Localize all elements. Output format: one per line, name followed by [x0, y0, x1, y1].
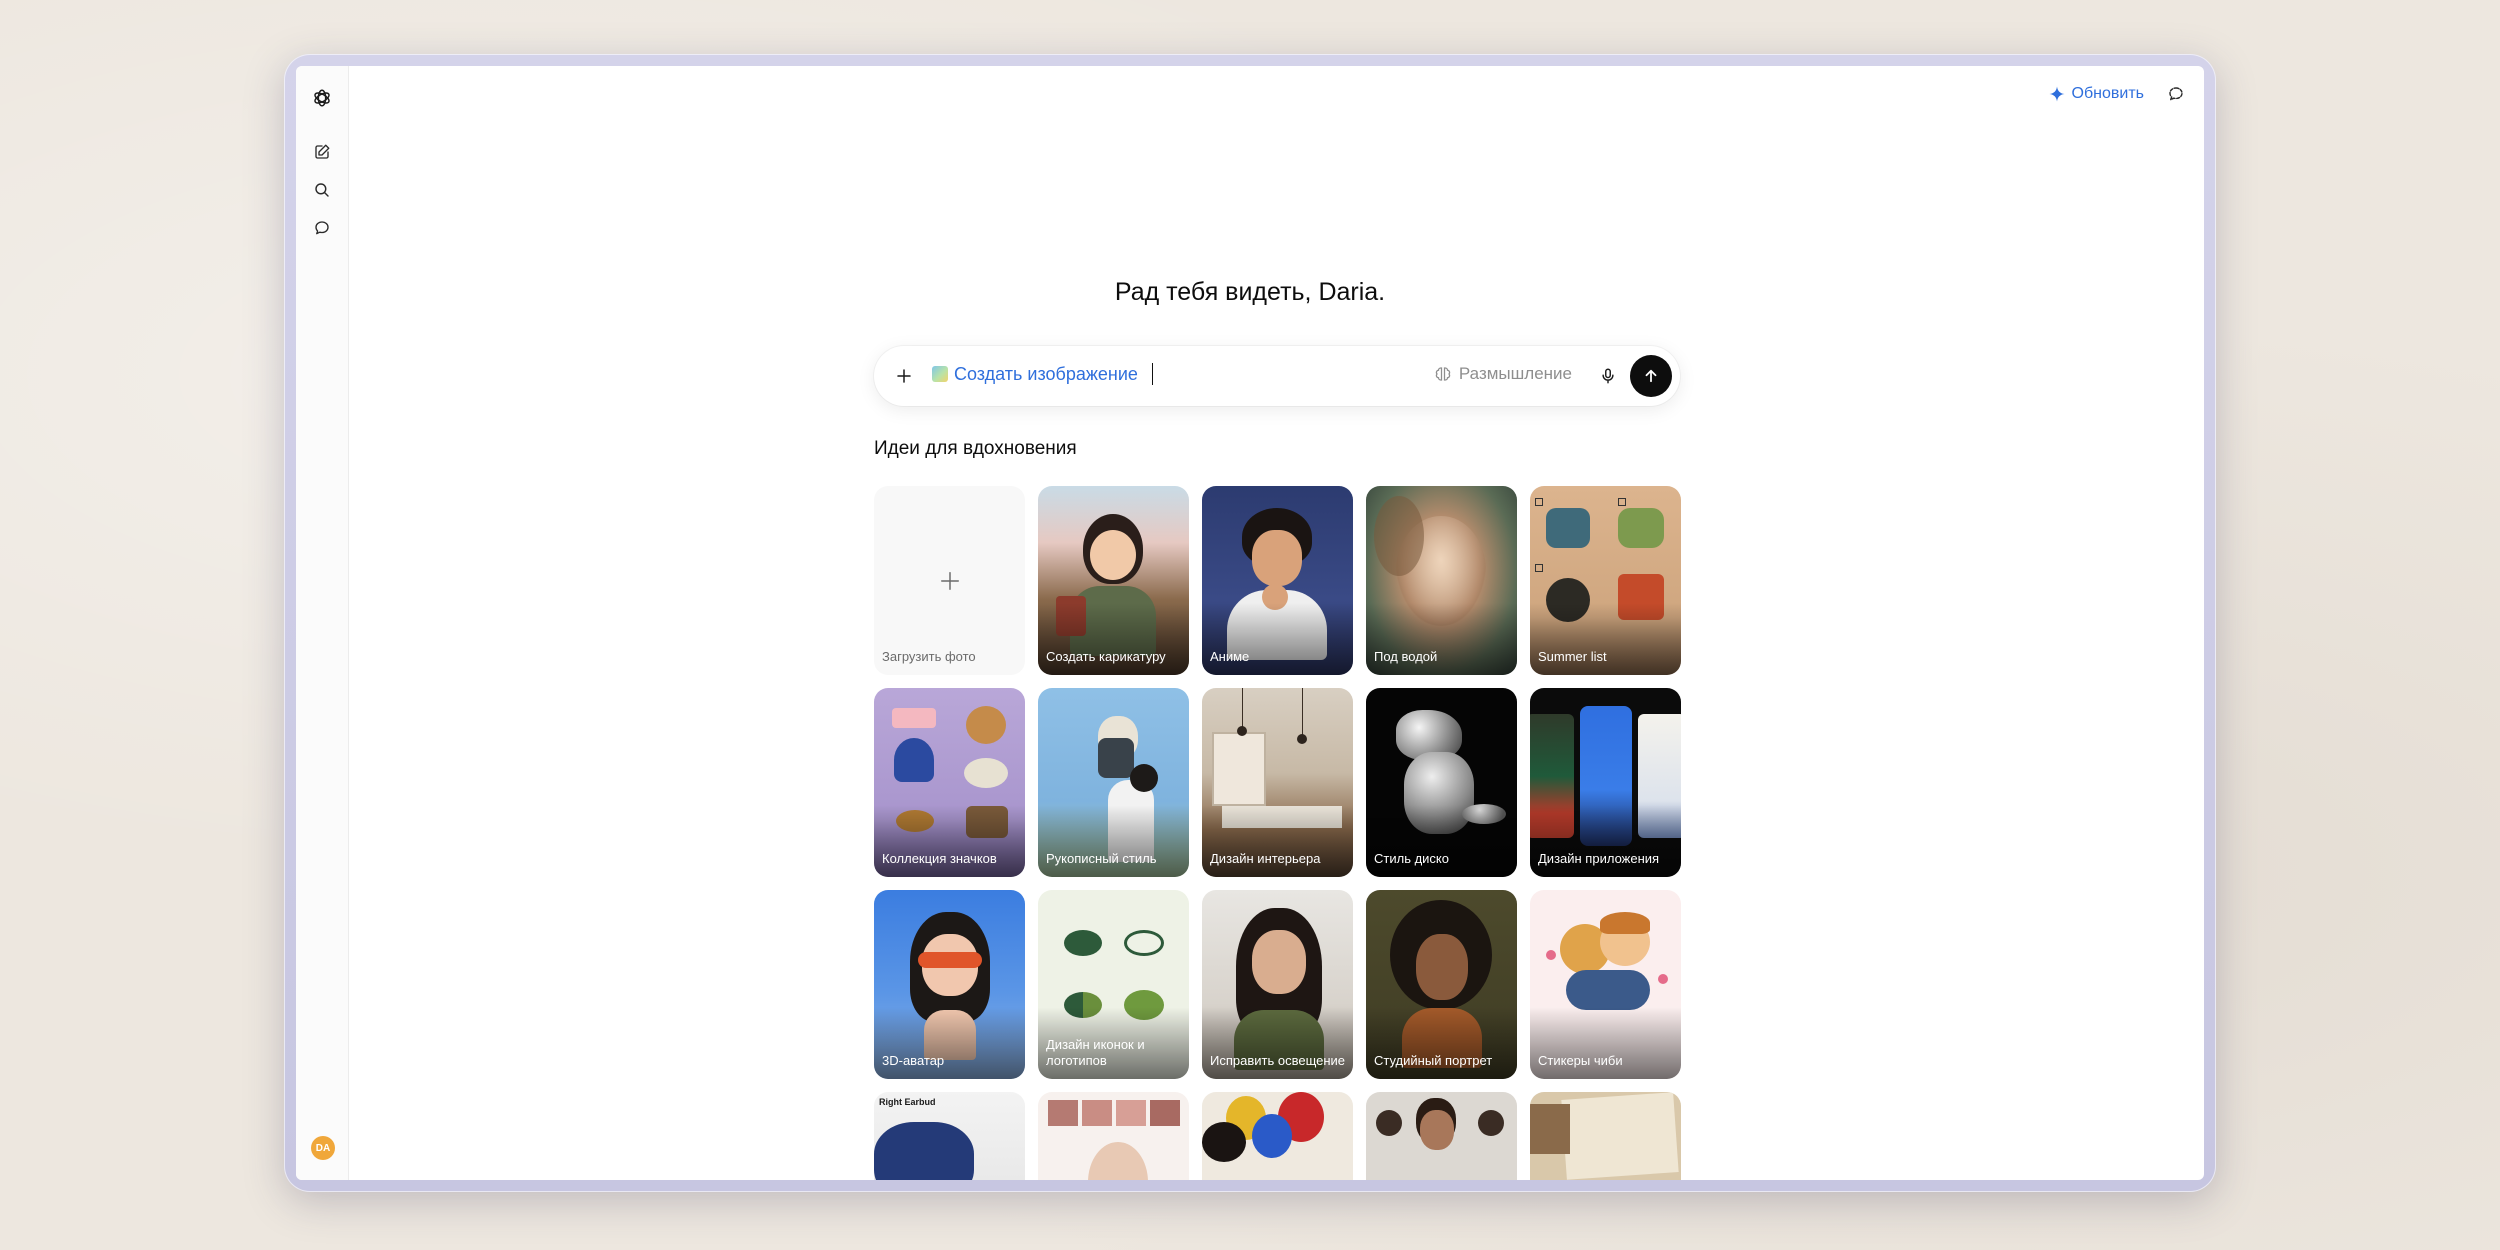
idea-card-anime[interactable]: Аниме	[1202, 486, 1353, 675]
text-caret	[1151, 363, 1154, 385]
idea-card-fix-lighting[interactable]: Исправить освещение	[1202, 890, 1353, 1079]
idea-card-icon-logo[interactable]: Дизайн иконок и логотипов	[1038, 890, 1189, 1079]
card-label: Коллекция значков	[882, 851, 997, 866]
idea-card-balloons[interactable]	[1202, 1092, 1353, 1180]
search-icon[interactable]	[306, 174, 338, 206]
sidebar: DA	[296, 66, 349, 1180]
create-image-chip[interactable]: Создать изображение	[932, 363, 1154, 385]
greeting-title: Рад тебя видеть, Daria.	[1114, 278, 1386, 306]
upgrade-label: Обновить	[2071, 85, 2144, 102]
card-label: Дизайн интерьера	[1210, 851, 1321, 866]
idea-card-badges[interactable]: Коллекция значков	[874, 688, 1025, 877]
idea-card-group-portrait[interactable]	[1366, 1092, 1517, 1180]
openai-logo-icon[interactable]	[306, 82, 338, 114]
idea-card-makeup[interactable]	[1038, 1092, 1189, 1180]
card-label: Стиль диско	[1374, 851, 1449, 866]
new-chat-icon[interactable]	[306, 136, 338, 168]
idea-card-disco[interactable]: Стиль диско	[1366, 688, 1517, 877]
card-label: Аниме	[1210, 649, 1250, 664]
upload-photo-card[interactable]: Загрузить фото	[874, 486, 1025, 675]
card-label: Рукописный стиль	[1046, 851, 1157, 866]
sparkle-icon	[2049, 86, 2065, 102]
idea-card-3d-avatar[interactable]: 3D-аватар	[874, 890, 1025, 1079]
card-label: 3D-аватар	[882, 1053, 945, 1068]
card-label: Под водой	[1374, 649, 1438, 664]
brain-icon	[1435, 367, 1451, 381]
app-window: DA Обновить Рад тебя видеть, Daria. Созд…	[296, 66, 2204, 1180]
card-label: Дизайн иконок и логотипов	[1046, 1037, 1145, 1068]
idea-card-studio-portrait[interactable]: Студийный портрет	[1366, 890, 1517, 1079]
create-image-label: Создать изображение	[954, 363, 1138, 384]
ideas-grid: Загрузить фото Создать карикатуру Аниме	[874, 486, 1682, 1180]
idea-card-handwritten-note[interactable]	[1530, 1092, 1681, 1180]
idea-card-handwriting[interactable]: Рукописный стиль	[1038, 688, 1189, 877]
temporary-chat-icon[interactable]	[2164, 82, 2188, 106]
card-label: Загрузить фото	[882, 649, 976, 664]
header-actions: Обновить	[2048, 82, 2188, 106]
send-button[interactable]	[1630, 355, 1672, 397]
think-button[interactable]: Размышление	[1434, 364, 1572, 384]
idea-card-earbud[interactable]: Right Earbud	[874, 1092, 1025, 1180]
plus-icon	[940, 572, 959, 590]
idea-card-underwater[interactable]: Под водой	[1366, 486, 1517, 675]
arrow-up-icon	[1645, 369, 1657, 383]
microphone-icon[interactable]	[1594, 362, 1622, 390]
idea-card-app-design[interactable]: Дизайн приложения	[1530, 688, 1681, 877]
chats-icon[interactable]	[306, 212, 338, 244]
think-label: Размышление	[1458, 364, 1572, 383]
image-icon	[932, 366, 948, 382]
card-label: Студийный портрет	[1374, 1053, 1493, 1068]
composer[interactable]: Создать изображение Размышление	[874, 346, 1680, 406]
idea-card-interior[interactable]: Дизайн интерьера	[1202, 688, 1353, 877]
upgrade-button[interactable]: Обновить	[2048, 85, 2144, 103]
card-label: Summer list	[1538, 649, 1607, 664]
earbud-text: Right Earbud	[879, 1097, 936, 1107]
section-title: Идеи для вдохновения	[874, 438, 1077, 459]
card-label: Дизайн приложения	[1538, 851, 1660, 866]
attach-plus-icon[interactable]	[888, 360, 920, 392]
idea-card-chibi-stickers[interactable]: Стикеры чиби	[1530, 890, 1681, 1079]
card-label: Исправить освещение	[1210, 1053, 1346, 1068]
idea-card-summer-list[interactable]: Summer list	[1530, 486, 1681, 675]
idea-card-caricature[interactable]: Создать карикатуру	[1038, 486, 1189, 675]
card-label: Создать карикатуру	[1046, 649, 1166, 664]
device-frame: DA Обновить Рад тебя видеть, Daria. Созд…	[284, 54, 2216, 1192]
avatar[interactable]: DA	[311, 1136, 335, 1160]
card-label: Стикеры чиби	[1538, 1053, 1623, 1068]
